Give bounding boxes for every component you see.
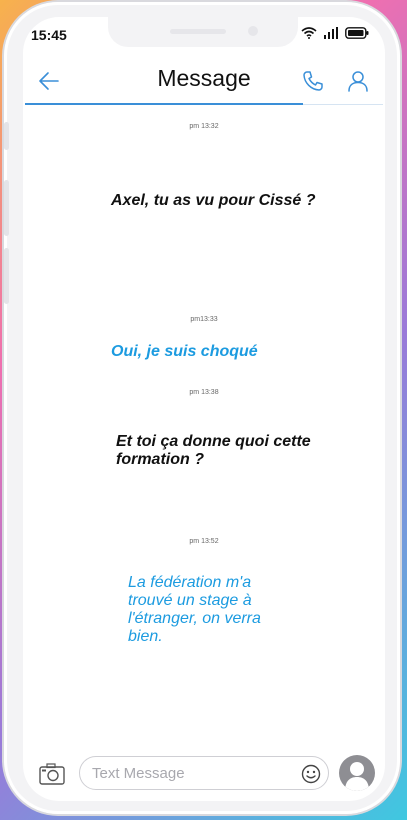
speaker-grille xyxy=(170,29,226,34)
message-timestamp: pm 13:52 xyxy=(189,538,219,545)
message-input[interactable] xyxy=(79,756,329,790)
silent-switch xyxy=(4,122,9,150)
avatar-icon xyxy=(345,762,369,791)
message-received: Et toi ça donne quoi cette formation ? xyxy=(116,433,311,468)
message-sent: La fédération m'a trouvé un stage à l'ét… xyxy=(128,574,261,645)
header-divider xyxy=(25,103,303,105)
notch xyxy=(108,17,298,47)
composer-bar xyxy=(23,753,385,797)
wifi-icon xyxy=(301,27,317,39)
person-icon[interactable] xyxy=(346,69,370,93)
message-sent: Oui, je suis choqué xyxy=(111,343,258,360)
battery-icon xyxy=(345,27,369,39)
volume-down-button xyxy=(4,248,9,304)
phone-screen: 15:45 Message pm 13:32 Axel, tu as vu po… xyxy=(23,17,385,801)
smiley-icon[interactable] xyxy=(301,764,321,784)
camera-icon[interactable] xyxy=(39,763,65,785)
header-divider-track xyxy=(303,104,383,105)
message-received: Axel, tu as vu pour Cissé ? xyxy=(111,192,316,209)
front-camera xyxy=(248,26,258,36)
message-timestamp: pm 13:32 xyxy=(189,123,219,130)
status-time: 15:45 xyxy=(31,27,67,43)
avatar[interactable] xyxy=(339,755,375,791)
message-timestamp: pm 13:38 xyxy=(189,389,219,396)
signal-icon xyxy=(324,27,338,39)
page-title: Message xyxy=(157,65,251,91)
status-icons xyxy=(301,27,369,39)
volume-up-button xyxy=(4,180,9,236)
message-timestamp: pm13:33 xyxy=(190,316,218,323)
header-bar: Message xyxy=(23,57,385,105)
phone-icon[interactable] xyxy=(301,69,325,93)
